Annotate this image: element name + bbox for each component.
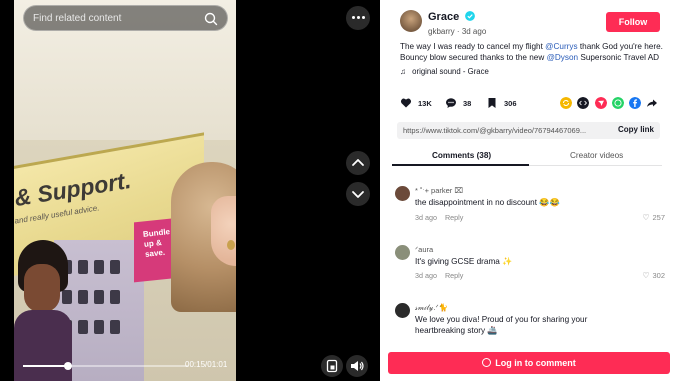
next-video-button[interactable] bbox=[346, 182, 370, 206]
verified-badge-icon bbox=[465, 11, 475, 21]
sound-link[interactable]: ♫ original sound - Grace bbox=[400, 67, 489, 76]
comment-username[interactable]: * ˚ˑ+ parker ⌧ bbox=[415, 186, 463, 195]
search-icon[interactable] bbox=[203, 11, 219, 27]
music-note-icon: ♫ bbox=[400, 67, 406, 76]
app-root: & Support. and really useful advice. Bun… bbox=[0, 0, 675, 381]
author-avatar[interactable] bbox=[400, 10, 422, 32]
video-frame[interactable]: & Support. and really useful advice. Bun… bbox=[14, 0, 236, 381]
follow-button[interactable]: Follow bbox=[606, 12, 660, 32]
previous-video-button[interactable] bbox=[346, 151, 370, 175]
comment-like-button[interactable]: ♡ 257 bbox=[642, 213, 665, 222]
share-whatsapp-icon[interactable] bbox=[612, 97, 624, 109]
volume-icon bbox=[351, 361, 364, 371]
post-date: 3d ago bbox=[461, 27, 487, 36]
share-embed-icon[interactable] bbox=[577, 97, 589, 109]
share-facebook-icon[interactable] bbox=[629, 97, 641, 109]
author-handle[interactable]: gkbarry bbox=[428, 27, 455, 36]
comment-text: the disappointment in no discount 😂😂 bbox=[415, 198, 560, 207]
comment-icon bbox=[446, 98, 456, 108]
comment-avatar[interactable] bbox=[395, 303, 410, 318]
video-time: 00:15/01:01 bbox=[185, 360, 228, 369]
comment-like-button[interactable]: ♡ 302 bbox=[642, 271, 665, 280]
related-search-bar[interactable]: Find related content bbox=[23, 5, 228, 31]
action-bar: 13K 38 306 bbox=[400, 96, 660, 110]
person-right bbox=[169, 162, 236, 381]
description-text: Supersonic Travel AD bbox=[578, 53, 660, 62]
reply-button[interactable]: Reply bbox=[445, 271, 463, 280]
comment-meta: 3d ago Reply bbox=[415, 213, 463, 222]
comment-like-count: 257 bbox=[652, 213, 665, 222]
login-to-comment-button[interactable]: Log in to comment bbox=[388, 352, 670, 374]
heart-icon bbox=[400, 98, 412, 108]
comment-text: We love you diva! Proud of you for shari… bbox=[415, 315, 588, 335]
comment-tabs: Comments (38) Creator videos bbox=[392, 146, 662, 166]
more-options-button[interactable] bbox=[346, 6, 370, 30]
share-more-arrow-icon[interactable] bbox=[646, 97, 658, 109]
heart-outline-icon: ♡ bbox=[642, 213, 650, 222]
comment-username[interactable]: 𝓈𝓂𝒾𝓁𝓎.ᐟ🐈 bbox=[415, 303, 448, 313]
chevron-down-icon bbox=[352, 191, 364, 198]
comment-avatar[interactable] bbox=[395, 245, 410, 260]
save-count: 306 bbox=[504, 98, 517, 108]
comment-bubble-icon bbox=[482, 358, 492, 367]
tab-creator-videos[interactable]: Creator videos bbox=[570, 151, 623, 160]
comment-avatar[interactable] bbox=[395, 186, 410, 201]
copy-link-button[interactable]: Copy link bbox=[618, 125, 654, 134]
pip-icon bbox=[326, 359, 338, 373]
comment-button[interactable]: 38 bbox=[445, 96, 471, 110]
share-repost-icon[interactable] bbox=[560, 97, 572, 109]
chevron-up-icon bbox=[352, 159, 364, 166]
person-left bbox=[14, 240, 74, 381]
comment-text: It's giving GCSE drama ✨ bbox=[415, 257, 513, 266]
related-search-placeholder: Find related content bbox=[33, 13, 122, 24]
video-player[interactable]: & Support. and really useful advice. Bun… bbox=[0, 0, 380, 381]
video-progress-bar[interactable] bbox=[23, 362, 188, 370]
author-name[interactable]: Grace bbox=[428, 11, 459, 23]
video-url: https://www.tiktok.com/@gkbarry/video/76… bbox=[403, 126, 587, 135]
side-panel: Grace gkbarry · 3d ago Follow The way I … bbox=[380, 0, 675, 381]
video-description: The way I was ready to cancel my flight … bbox=[400, 41, 670, 63]
comment-username[interactable]: ᐟaura bbox=[415, 245, 433, 254]
reply-button[interactable]: Reply bbox=[445, 213, 463, 222]
like-button[interactable]: 13K bbox=[400, 96, 432, 110]
comment-date: 3d ago bbox=[415, 213, 437, 222]
save-button[interactable]: 306 bbox=[486, 96, 517, 110]
mention-link-dyson[interactable]: @Dyson bbox=[547, 53, 579, 62]
share-direct-message-icon[interactable] bbox=[595, 97, 607, 109]
comment-count: 38 bbox=[463, 98, 472, 108]
comment-date: 3d ago bbox=[415, 271, 437, 280]
picture-in-picture-button[interactable] bbox=[321, 355, 343, 377]
author-meta: gkbarry · 3d ago bbox=[428, 27, 486, 36]
heart-outline-icon: ♡ bbox=[642, 271, 650, 280]
comment-meta: 3d ago Reply bbox=[415, 271, 463, 280]
mention-link-currys[interactable]: @Currys bbox=[545, 42, 577, 51]
video-progress-fill bbox=[23, 365, 68, 367]
description-text: The way I was ready to cancel my flight bbox=[400, 42, 546, 51]
bookmark-icon bbox=[488, 98, 496, 108]
video-progress-handle[interactable] bbox=[63, 362, 72, 370]
login-label: Log in to comment bbox=[495, 358, 576, 368]
comment-like-count: 302 bbox=[652, 271, 665, 280]
sound-name: original sound - Grace bbox=[412, 67, 489, 76]
like-count: 13K bbox=[418, 98, 432, 108]
active-tab-indicator bbox=[392, 164, 529, 166]
copy-link-box: https://www.tiktok.com/@gkbarry/video/76… bbox=[397, 122, 660, 139]
volume-button[interactable] bbox=[346, 355, 368, 377]
tab-comments[interactable]: Comments (38) bbox=[432, 151, 491, 160]
